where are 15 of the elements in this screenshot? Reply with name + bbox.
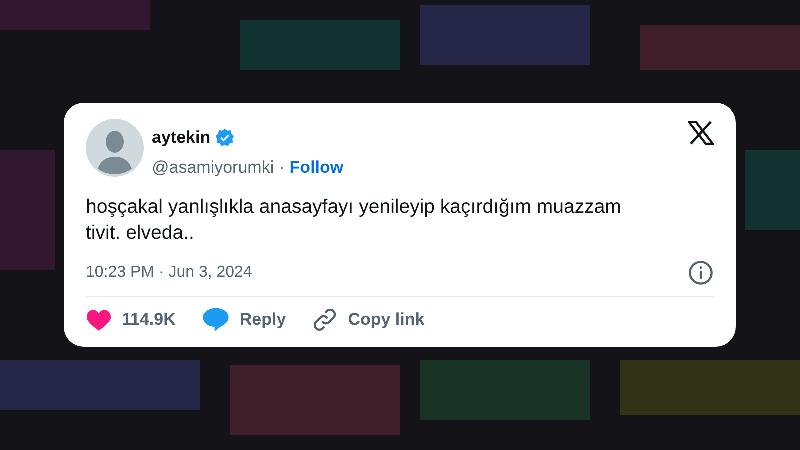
info-icon[interactable] bbox=[688, 260, 714, 286]
timestamp: 10:23 PM · Jun 3, 2024 bbox=[86, 263, 252, 283]
author-name: aytekin bbox=[152, 127, 211, 149]
x-logo-icon bbox=[688, 121, 714, 145]
tweet-text: hoşçakal yanlışlıkla anasayfayı yenileyip kaçırdığım muazzam tivit. elveda.. bbox=[86, 195, 622, 246]
follow-link[interactable]: Follow bbox=[290, 154, 344, 180]
speech-bubble-icon bbox=[202, 307, 230, 333]
separator-dot: · bbox=[279, 156, 285, 178]
author-handle: @asamiyorumki bbox=[152, 156, 274, 178]
heart-icon bbox=[86, 308, 112, 332]
like-button[interactable]: 114.9K bbox=[86, 307, 176, 333]
avatar-icon bbox=[86, 119, 144, 177]
link-icon bbox=[312, 307, 338, 333]
copy-button[interactable]: Copy link bbox=[312, 307, 425, 333]
reply-button[interactable]: Reply bbox=[202, 307, 286, 333]
